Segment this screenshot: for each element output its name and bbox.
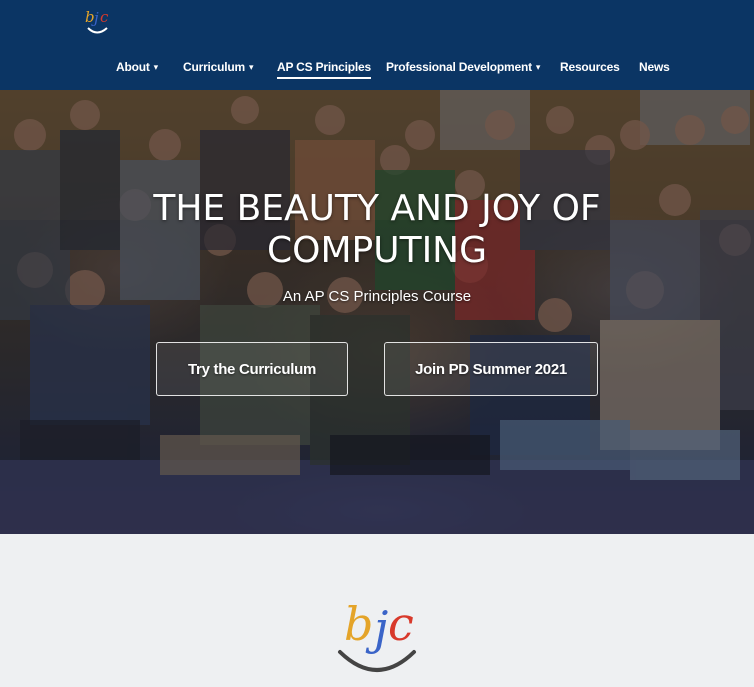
chevron-down-icon: ▾ [153, 62, 159, 72]
chevron-down-icon: ▾ [535, 62, 541, 72]
nav-item-label: Curriculum [183, 60, 246, 74]
nav-item-professional-development[interactable]: Professional Development ▾ [386, 58, 540, 77]
nav-item-label: Resources [560, 60, 620, 74]
svg-text:b: b [344, 597, 373, 651]
bjc-logo-small[interactable]: b j c [80, 4, 114, 40]
try-curriculum-button[interactable]: Try the Curriculum [156, 342, 348, 396]
nav-item-resources[interactable]: Resources [560, 58, 620, 76]
hero-banner: THE BEAUTY AND JOY OF COMPUTING An AP CS… [0, 90, 754, 534]
svg-text:c: c [388, 597, 414, 651]
nav-item-about[interactable]: About ▾ [116, 58, 158, 77]
hero-title-line1: THE BEAUTY AND JOY OF [153, 188, 601, 229]
nav-item-news[interactable]: News [639, 58, 670, 76]
bjc-logo-large: b j c [338, 597, 416, 672]
nav-item-curriculum[interactable]: Curriculum ▾ [183, 58, 254, 77]
nav-item-label: AP CS Principles [277, 60, 371, 74]
hero-dark-overlay [0, 90, 754, 534]
nav-item-ap-cs-principles[interactable]: AP CS Principles [277, 58, 371, 79]
nav-item-label: Professional Development [386, 60, 532, 74]
nav-menu: About ▾ Curriculum ▾ AP CS Principles Prof… [0, 58, 754, 80]
join-pd-button[interactable]: Join PD Summer 2021 [384, 342, 598, 396]
chevron-down-icon: ▾ [249, 62, 254, 72]
hero-subtitle: An AP CS Principles Course [282, 288, 472, 305]
top-navbar: b j c About ▾ Curriculum ▾ AP CS Principle… [0, 0, 754, 90]
hero-title-line2: COMPUTING [266, 230, 488, 271]
nav-item-label: About [116, 60, 150, 74]
intro-section: b j c [0, 534, 754, 687]
hero-title: THE BEAUTY AND JOY OF COMPUTING [0, 188, 754, 272]
svg-text:c: c [100, 8, 109, 26]
nav-item-label: News [639, 60, 670, 74]
